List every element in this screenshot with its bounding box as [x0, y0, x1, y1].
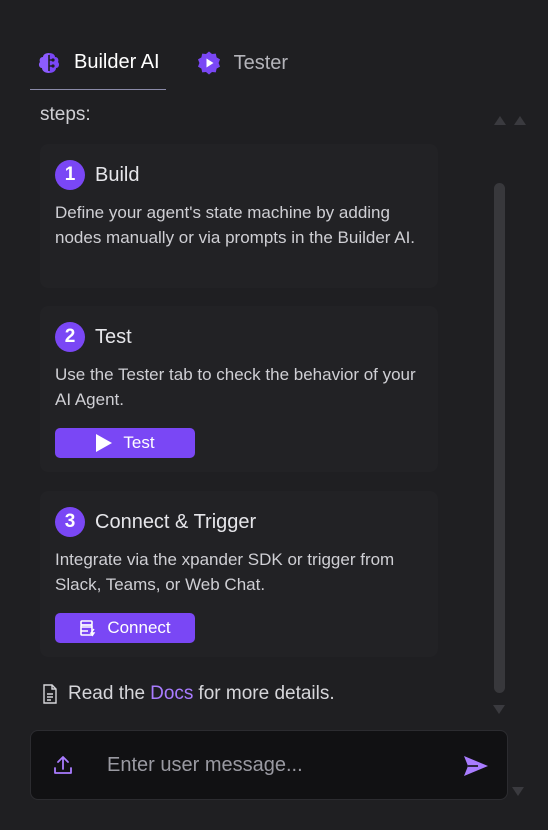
- step-header: 2 Test: [55, 322, 423, 352]
- step-number-badge: 3: [55, 507, 85, 537]
- message-input[interactable]: [107, 745, 447, 785]
- tab-bar: Builder AI Tester: [30, 36, 318, 90]
- scroll-up-icon[interactable]: [514, 116, 526, 125]
- test-button-label: Test: [123, 433, 155, 452]
- step-card-build: 1 Build Define your agent's state machin…: [40, 144, 438, 288]
- docs-prefix: Read the: [68, 683, 146, 704]
- test-button[interactable]: Test: [55, 428, 195, 458]
- scroll-up-icon[interactable]: [494, 116, 506, 125]
- brain-circuit-icon: [36, 50, 62, 76]
- step-header: 3 Connect & Trigger: [55, 507, 423, 537]
- tab-label: Builder AI: [74, 51, 160, 73]
- scrollbar-thumb[interactable]: [494, 183, 505, 693]
- docs-link[interactable]: Docs: [150, 683, 193, 705]
- step-card-connect: 3 Connect & Trigger Integrate via the xp…: [40, 491, 438, 657]
- connect-icon: [79, 619, 97, 637]
- docs-suffix: for more details.: [198, 683, 335, 704]
- connect-button[interactable]: Connect: [55, 613, 195, 643]
- connect-button-label: Connect: [107, 618, 171, 637]
- step-description: Use the Tester tab to check the behavior…: [55, 365, 416, 409]
- step-number-badge: 1: [55, 160, 85, 190]
- play-badge-icon: [196, 50, 222, 76]
- tab-tester[interactable]: Tester: [190, 36, 294, 90]
- steps-heading: steps:: [40, 104, 91, 125]
- step-title: Connect & Trigger: [95, 510, 257, 533]
- step-description: Define your agent's state machine by add…: [55, 203, 416, 247]
- upload-icon[interactable]: [51, 753, 75, 777]
- play-icon: [95, 433, 113, 453]
- scroll-down-icon[interactable]: [512, 787, 524, 796]
- message-composer: [30, 730, 508, 800]
- document-icon: [42, 684, 58, 704]
- step-card-test: 2 Test Use the Tester tab to check the b…: [40, 306, 438, 472]
- tab-builder-ai[interactable]: Builder AI: [30, 36, 166, 90]
- step-description: Integrate via the xpander SDK or trigger…: [55, 550, 395, 594]
- docs-hint: Read the Docs for more details.: [42, 683, 335, 705]
- tab-label: Tester: [233, 51, 289, 74]
- scroll-up-arrows[interactable]: [494, 116, 526, 125]
- send-icon[interactable]: [461, 751, 491, 781]
- step-number-badge: 2: [55, 322, 85, 352]
- scroll-down-icon[interactable]: [493, 705, 505, 714]
- step-header: 1 Build: [55, 160, 423, 190]
- step-title: Test: [95, 325, 132, 348]
- step-title: Build: [95, 163, 140, 186]
